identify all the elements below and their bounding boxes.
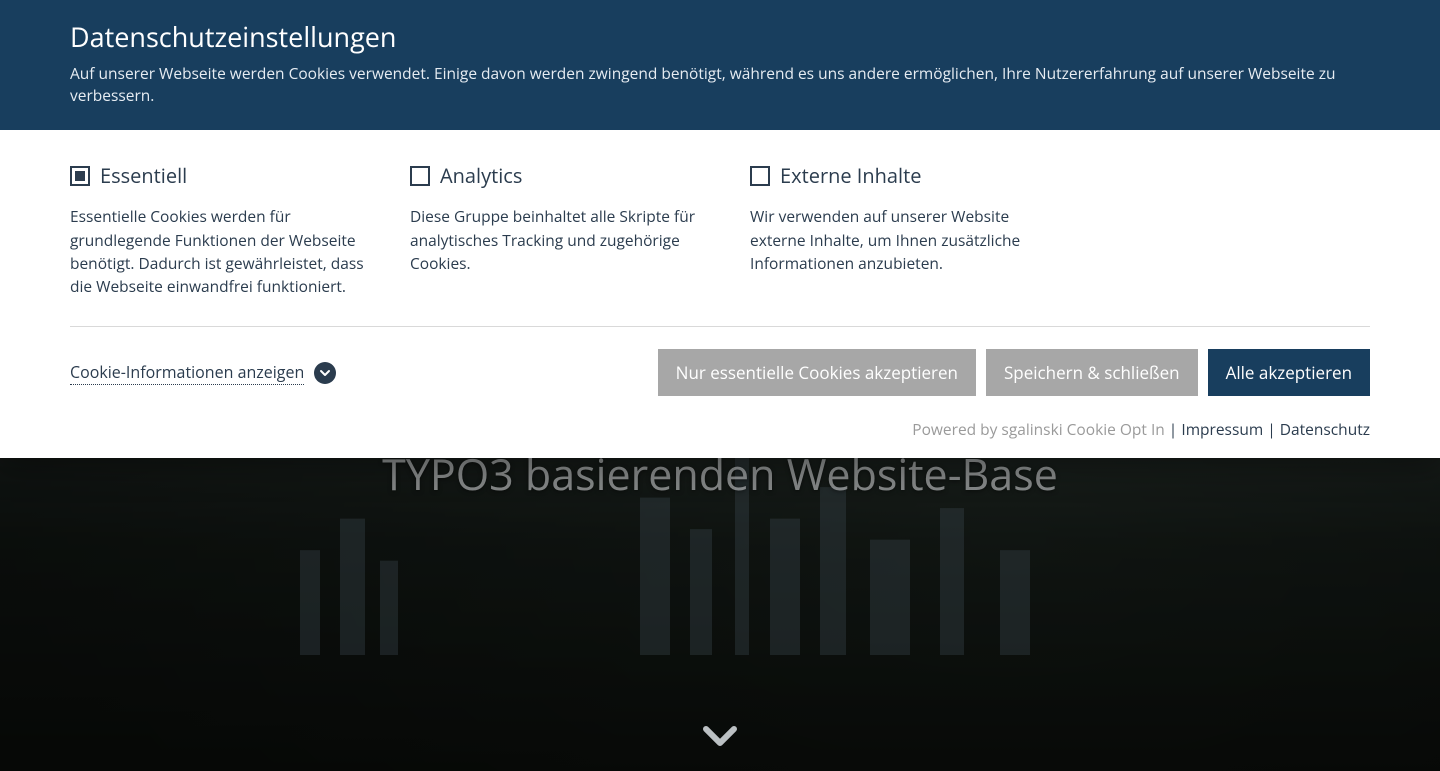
- group-external-title: Externe Inhalte: [780, 162, 921, 189]
- consent-header: Datenschutzeinstellungen Auf unserer Web…: [0, 0, 1440, 130]
- save-close-button[interactable]: Speichern & schließen: [986, 349, 1198, 396]
- checkbox-essential: [70, 166, 90, 186]
- consent-groups: Essentiell Essentielle Cookies werden fü…: [70, 162, 1370, 327]
- consent-intro: Auf unserer Webseite werden Cookies verw…: [70, 63, 1370, 106]
- group-external: Externe Inhalte Wir verwenden auf unsere…: [750, 162, 1050, 298]
- consent-title: Datenschutzeinstellungen: [70, 18, 1370, 55]
- checkbox-external[interactable]: [750, 166, 770, 186]
- group-essential: Essentiell Essentielle Cookies werden fü…: [70, 162, 370, 298]
- footer-sep-2: |: [1263, 418, 1280, 440]
- group-analytics-desc: Diese Gruppe beinhaltet alle Skripte für…: [410, 205, 710, 275]
- cookie-consent-dialog: Datenschutzeinstellungen Auf unserer Web…: [0, 0, 1440, 458]
- checkbox-analytics[interactable]: [410, 166, 430, 186]
- group-analytics-title: Analytics: [440, 162, 522, 189]
- scroll-down-icon[interactable]: [696, 713, 744, 761]
- chevron-down-icon: [314, 362, 336, 384]
- consent-footer: Powered by sgalinski Cookie Opt In | Imp…: [0, 412, 1440, 458]
- group-analytics: Analytics Diese Gruppe beinhaltet alle S…: [410, 162, 710, 298]
- consent-buttons: Nur essentielle Cookies akzeptieren Spei…: [658, 349, 1370, 396]
- footer-sep-1: |: [1165, 418, 1182, 440]
- group-essential-desc: Essentielle Cookies werden für grundlege…: [70, 205, 370, 298]
- accept-essential-button[interactable]: Nur essentielle Cookies akzeptieren: [658, 349, 976, 396]
- group-essential-title: Essentiell: [100, 162, 187, 189]
- cookie-info-toggle-label: Cookie-Informationen anzeigen: [70, 361, 304, 385]
- powered-by: Powered by sgalinski Cookie Opt In: [912, 418, 1165, 440]
- privacy-link[interactable]: Datenschutz: [1280, 418, 1370, 440]
- accept-all-button[interactable]: Alle akzeptieren: [1208, 349, 1370, 396]
- imprint-link[interactable]: Impressum: [1181, 418, 1263, 440]
- group-external-desc: Wir verwenden auf unserer Website extern…: [750, 205, 1050, 275]
- cookie-info-toggle[interactable]: Cookie-Informationen anzeigen: [70, 361, 336, 385]
